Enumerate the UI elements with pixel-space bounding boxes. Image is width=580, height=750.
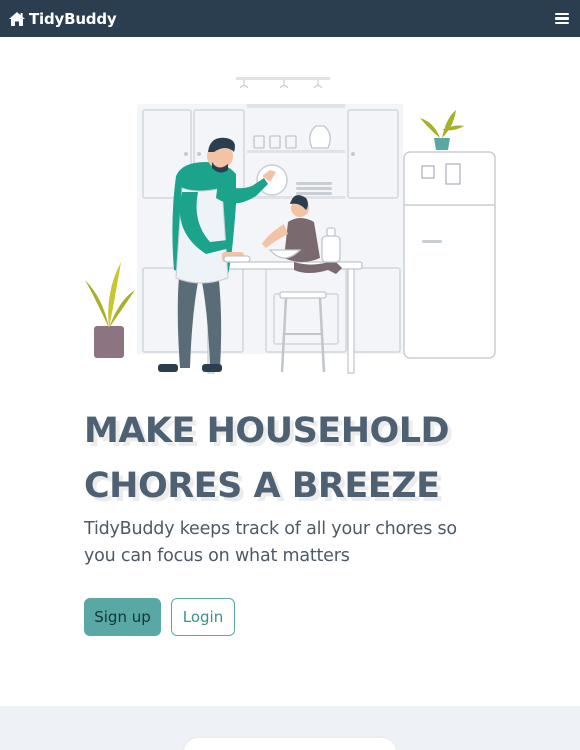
login-button[interactable]: Login [171, 598, 235, 636]
top-navbar: TidyBuddy [0, 0, 580, 37]
hero-subtitle-line-1: TidyBuddy keeps track of all your chores… [84, 519, 457, 539]
hamburger-menu-icon[interactable] [555, 12, 569, 25]
brand-name: TidyBuddy [29, 9, 117, 28]
hero-title-line-2: CHORES A BREEZE [84, 466, 440, 506]
feature-card [184, 738, 396, 750]
hero-subtitle-line-2: you can focus on what matters [84, 546, 350, 566]
features-section [0, 706, 580, 750]
home-icon [8, 11, 26, 27]
hero-title-line-1: MAKE HOUSEHOLD [84, 411, 450, 451]
hero-subtitle: TidyBuddy keeps track of all your chores… [84, 516, 504, 570]
signup-button[interactable]: Sign up [84, 598, 161, 636]
kitchen-cooking-illustration [84, 72, 498, 374]
hero-title: MAKE HOUSEHOLD CHORES A BREEZE [84, 404, 544, 514]
brand-link[interactable]: TidyBuddy [8, 9, 117, 28]
